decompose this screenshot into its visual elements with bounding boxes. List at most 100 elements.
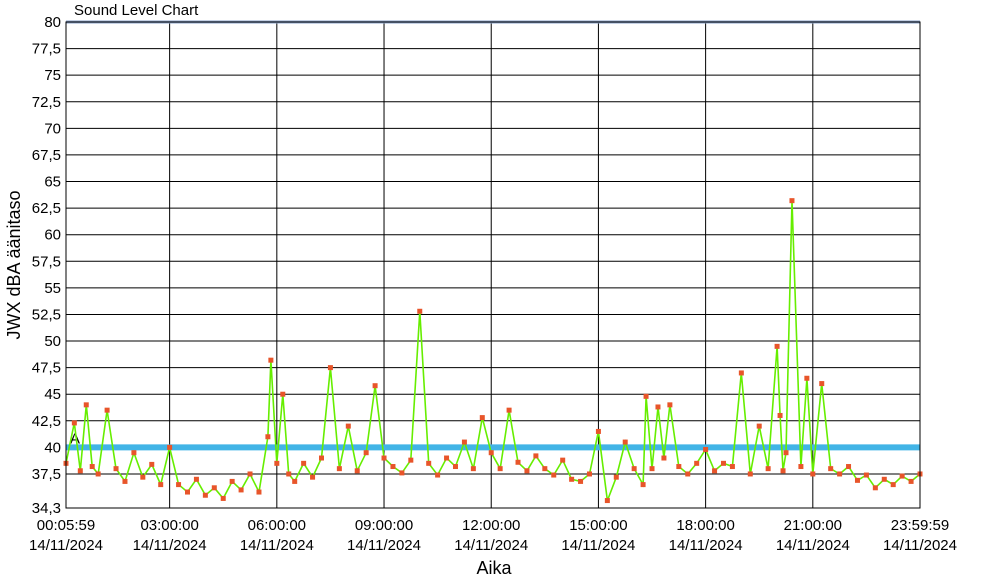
x-tick-date: 14/11/2024: [240, 537, 314, 554]
y-tick-label: 55: [44, 280, 61, 297]
x-tick-date: 14/11/2024: [883, 537, 957, 554]
data-point-marker: [777, 412, 783, 418]
x-tick-time: 09:00:00: [355, 517, 413, 534]
data-point-marker: [872, 485, 878, 491]
data-point-marker: [631, 466, 637, 472]
data-point-marker: [783, 450, 789, 456]
data-point-marker: [578, 478, 584, 484]
data-point-marker: [292, 478, 298, 484]
x-tick-date: 14/11/2024: [669, 537, 743, 554]
data-point-marker: [131, 450, 137, 456]
data-point-marker: [301, 460, 307, 466]
data-point-marker: [640, 482, 646, 488]
data-point-marker: [622, 439, 628, 445]
y-tick-label: 57,5: [32, 253, 61, 270]
data-point-marker: [122, 478, 128, 484]
data-point-marker: [533, 453, 539, 459]
data-point-marker: [667, 402, 673, 408]
data-point-marker: [899, 473, 905, 479]
data-point-marker: [229, 478, 235, 484]
data-point-marker: [542, 466, 548, 472]
y-tick-label: 65: [44, 174, 61, 191]
data-point-marker: [804, 375, 810, 381]
y-tick-label: 40: [44, 439, 61, 456]
x-tick-labels: 00:05:59 14/11/2024 03:00:00 14/11/2024 06:0…: [29, 517, 957, 554]
y-tick-label: 70: [44, 120, 61, 137]
data-point-marker: [828, 466, 834, 472]
data-point-marker: [488, 450, 494, 456]
y-tick-label: 50: [44, 333, 61, 350]
data-point-marker: [524, 468, 530, 474]
data-point-marker: [184, 489, 190, 495]
data-point-marker: [863, 472, 869, 478]
y-tick-label: 75: [44, 67, 61, 84]
y-tick-label: 34,3: [32, 500, 61, 517]
y-axis-label: JWX dBA äänitaso: [4, 190, 24, 339]
data-point-marker: [729, 464, 735, 470]
x-tick-time: 23:59:59: [891, 517, 949, 534]
x-tick-date: 14/11/2024: [29, 537, 103, 554]
data-point-marker: [211, 485, 217, 491]
data-point-marker: [381, 455, 387, 461]
y-tick-label: 52,5: [32, 306, 61, 323]
data-point-marker: [89, 464, 95, 470]
data-point-marker: [738, 370, 744, 376]
data-point-marker: [274, 460, 280, 466]
data-point-marker: [676, 464, 682, 470]
data-point-marker: [756, 423, 762, 429]
data-point-marker: [703, 447, 709, 453]
x-tick-date: 14/11/2024: [776, 537, 850, 554]
chart-svg: 34,3 37,5 40 42,5 45 47,5 50 52,5 55 57,5 60 62,5 65…: [4, 14, 957, 578]
x-tick-time: 00:05:59: [37, 517, 95, 534]
data-point-marker: [336, 466, 342, 472]
x-tick-date: 14/11/2024: [561, 537, 635, 554]
data-point-marker: [318, 455, 324, 461]
x-tick-time: 12:00:00: [462, 517, 520, 534]
data-point-marker: [399, 470, 405, 476]
data-point-marker: [470, 466, 476, 472]
plot-background: [66, 22, 920, 508]
y-tick-label: 62,5: [32, 200, 61, 217]
data-point-marker: [238, 487, 244, 493]
data-point-marker: [113, 466, 119, 472]
data-point-marker: [798, 464, 804, 470]
data-point-marker: [268, 357, 274, 363]
y-tick-label: 80: [44, 14, 61, 31]
data-point-marker: [310, 474, 316, 480]
data-point-marker: [560, 457, 566, 463]
data-point-marker: [774, 343, 780, 349]
data-point-marker: [604, 498, 610, 504]
data-point-marker: [810, 471, 816, 477]
data-point-marker: [661, 455, 667, 461]
y-tick-label: 67,5: [32, 147, 61, 164]
data-point-marker: [83, 402, 89, 408]
data-point-marker: [881, 476, 887, 482]
data-point-marker: [643, 393, 649, 399]
x-tick-time: 06:00:00: [248, 517, 306, 534]
data-point-marker: [256, 489, 262, 495]
data-point-marker: [71, 420, 77, 426]
data-point-marker: [819, 381, 825, 387]
x-tick-time: 18:00:00: [676, 517, 734, 534]
data-point-marker: [789, 198, 795, 204]
data-point-marker: [167, 444, 173, 450]
data-point-marker: [765, 466, 771, 472]
data-point-marker: [586, 471, 592, 477]
y-tick-label: 42,5: [32, 413, 61, 430]
data-point-marker: [354, 468, 360, 474]
data-point-marker: [685, 471, 691, 477]
data-point-marker: [390, 464, 396, 470]
data-point-marker: [202, 492, 208, 498]
data-point-marker: [837, 471, 843, 477]
data-point-marker: [890, 482, 896, 488]
data-point-marker: [497, 466, 503, 472]
y-tick-labels: 34,3 37,5 40 42,5 45 47,5 50 52,5 55 57,5 60 62,5 65…: [32, 14, 61, 517]
data-point-marker: [265, 434, 271, 440]
data-point-marker: [551, 472, 557, 478]
data-point-marker: [649, 466, 655, 472]
data-point-marker: [908, 478, 914, 484]
y-tick-label: 37,5: [32, 466, 61, 483]
data-point-marker: [435, 472, 441, 478]
data-point-marker: [363, 450, 369, 456]
data-point-marker: [247, 471, 253, 477]
